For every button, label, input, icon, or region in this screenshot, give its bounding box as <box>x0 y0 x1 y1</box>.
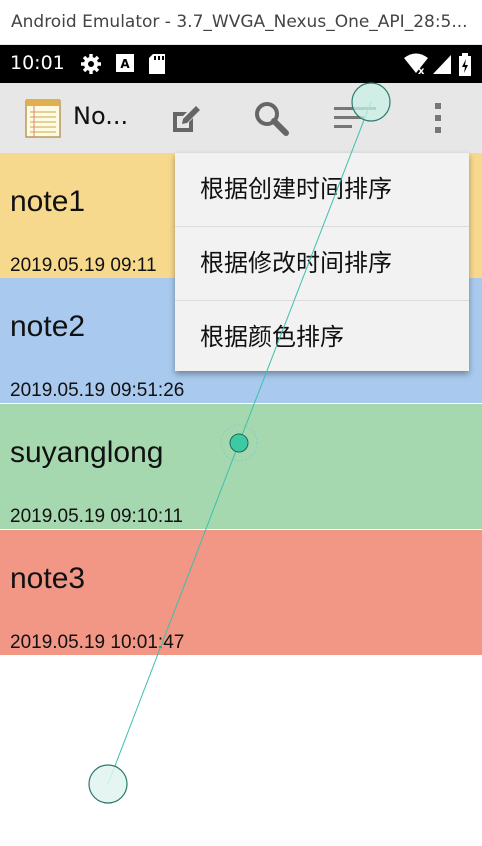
status-bar: 10:01 A x <box>0 45 482 83</box>
note-date: 2019.05.19 09:51:26 <box>10 380 185 401</box>
note-title: note2 <box>10 310 86 343</box>
note-title: note3 <box>10 562 86 595</box>
notepad-icon <box>25 99 61 138</box>
svg-text:A: A <box>120 57 130 71</box>
menu-item-sort-by-created[interactable]: 根据创建时间排序 <box>175 153 469 227</box>
sd-icon <box>149 54 165 74</box>
app-bar: No... <box>0 83 482 153</box>
a-icon: A <box>116 54 134 72</box>
app-title[interactable]: No... <box>73 102 128 130</box>
edit-icon[interactable] <box>170 104 202 134</box>
note-title: note1 <box>10 185 86 218</box>
menu-item-sort-by-modified[interactable]: 根据修改时间排序 <box>175 227 469 301</box>
wifi-icon: x <box>404 53 428 75</box>
note-item-3[interactable]: suyanglong 2019.05.19 09:10:11 <box>0 404 482 529</box>
overflow-icon[interactable] <box>432 101 444 135</box>
sort-icon[interactable] <box>333 105 377 131</box>
touch-end-indicator <box>88 764 128 804</box>
note-title: suyanglong <box>10 436 164 469</box>
menu-item-sort-by-color[interactable]: 根据颜色排序 <box>175 301 469 374</box>
note-date: 2019.05.19 10:01:47 <box>10 632 185 653</box>
note-item-4[interactable]: note3 2019.05.19 10:01:47 <box>0 530 482 655</box>
sort-menu: 根据创建时间排序 根据修改时间排序 根据颜色排序 <box>175 153 469 371</box>
window-title: Android Emulator - 3.7_WVGA_Nexus_One_AP… <box>0 0 482 45</box>
signal-icon <box>433 55 451 74</box>
status-time: 10:01 <box>10 52 65 74</box>
gear-icon <box>81 54 101 74</box>
battery-icon <box>459 53 471 76</box>
note-date: 2019.05.19 09:11 <box>10 255 157 276</box>
note-date: 2019.05.19 09:10:11 <box>10 506 183 527</box>
search-icon[interactable] <box>252 99 290 137</box>
svg-text:x: x <box>418 66 425 75</box>
